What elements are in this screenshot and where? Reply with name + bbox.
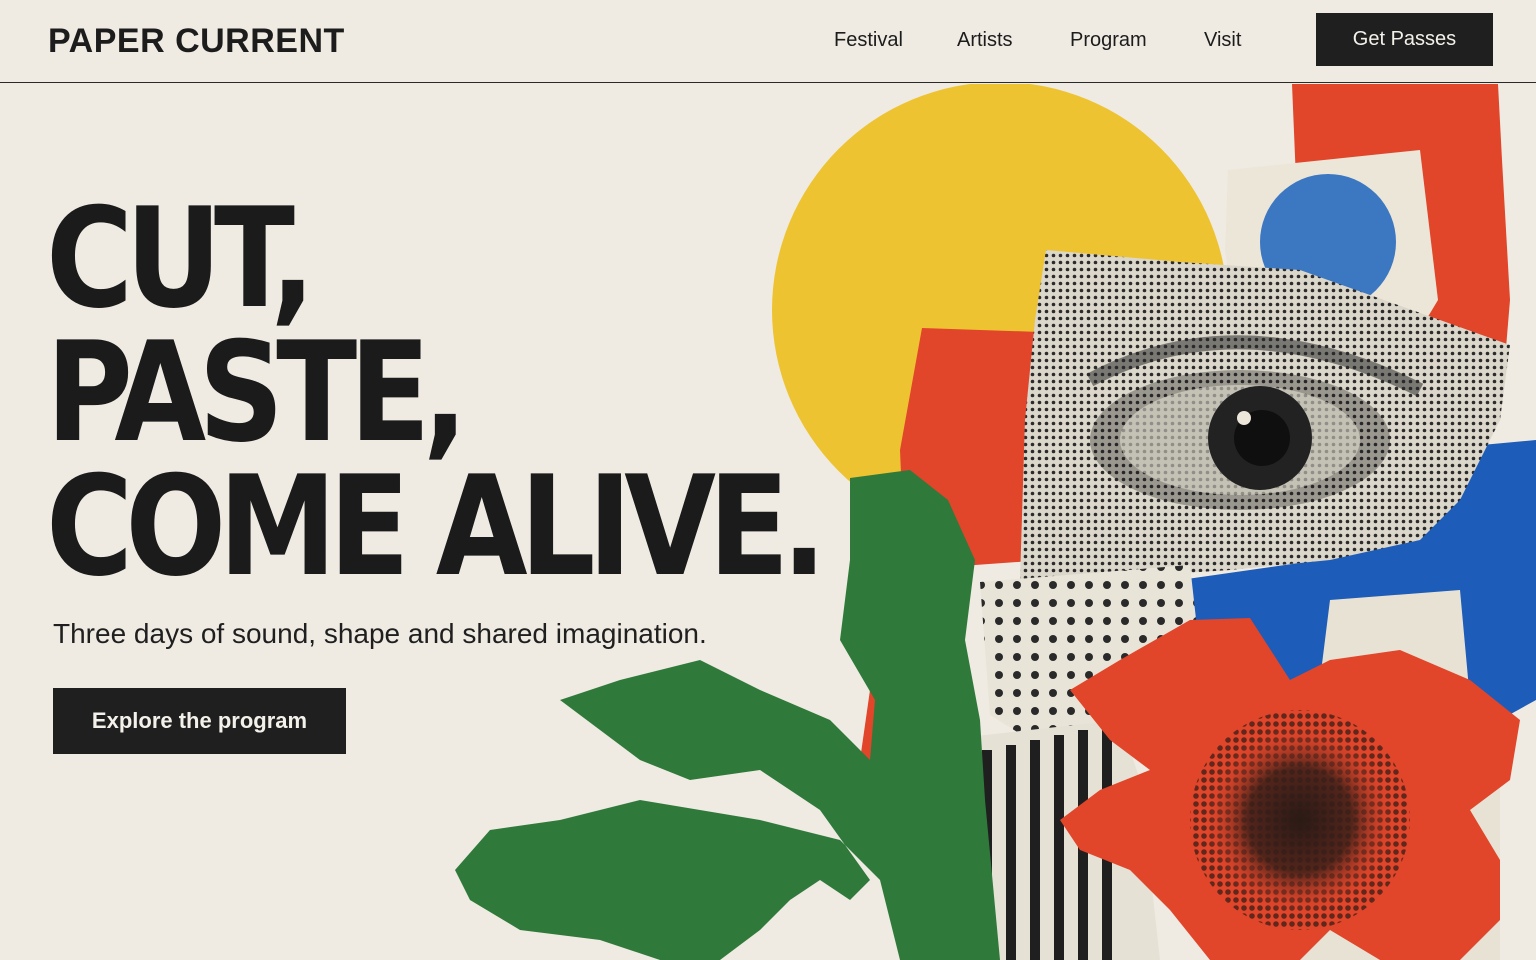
nav-program[interactable]: Program: [1070, 29, 1147, 52]
headline-line-2: PASTE,: [46, 312, 468, 473]
nav-artists[interactable]: Artists: [957, 29, 1013, 52]
explore-program-button[interactable]: Explore the program: [53, 688, 346, 754]
nav-visit[interactable]: Visit: [1204, 29, 1241, 52]
site-logo[interactable]: PAPER CURRENT: [48, 22, 345, 61]
get-passes-button[interactable]: Get Passes: [1316, 13, 1493, 66]
site-header: PAPER CURRENT Festival Artists Program V…: [0, 0, 1536, 83]
nav-festival[interactable]: Festival: [834, 29, 903, 52]
hero-headline: CUT, PASTE, COME ALIVE.: [46, 178, 827, 607]
hero-subtitle: Three days of sound, shape and shared im…: [53, 618, 707, 649]
headline-line-1: CUT,: [46, 178, 315, 339]
headline-line-3: COME ALIVE.: [46, 446, 827, 607]
